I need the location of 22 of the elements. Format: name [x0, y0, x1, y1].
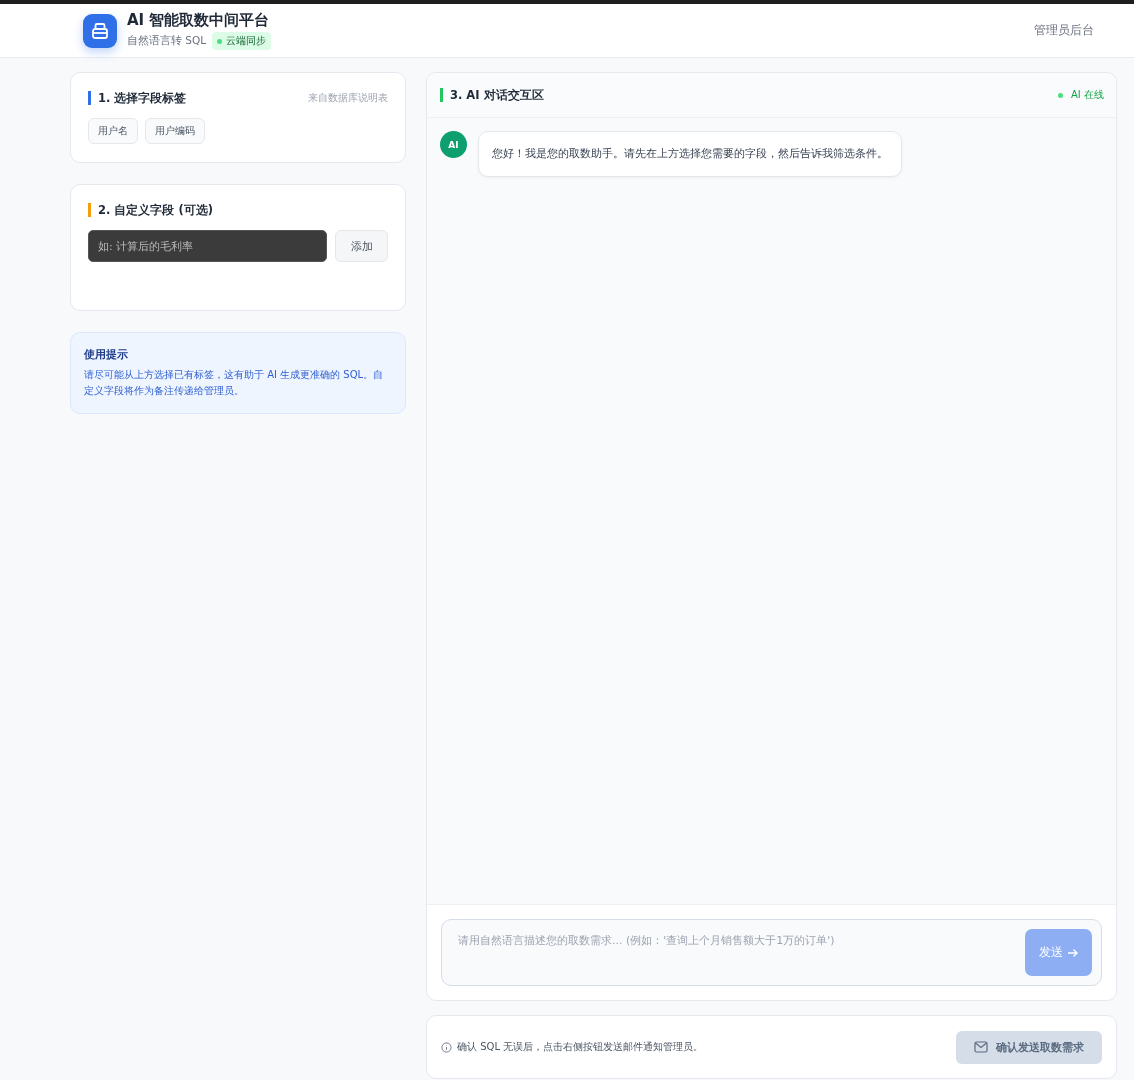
section-title: 2. 自定义字段 (可选) — [88, 203, 388, 217]
info-icon — [441, 1041, 452, 1053]
sync-badge: 云端同步 — [212, 32, 272, 50]
tips-title: 使用提示 — [84, 347, 129, 362]
field-tag[interactable]: 用户名 — [88, 118, 138, 144]
app-title: AI 智能取数中间平台 — [127, 11, 271, 30]
ai-avatar: AI — [440, 131, 467, 158]
tips-text: 请尽可能从上方选择已有标签，这有助于 AI 生成更准确的 SQL。自定义字段将作为备注传递给管理员。 — [84, 368, 385, 398]
add-button[interactable]: 添加 — [335, 230, 388, 262]
arrow-right-icon — [1066, 946, 1079, 959]
source-note: 来自数据库说明表 — [308, 91, 388, 105]
section-title: 1. 选择字段标签 — [88, 91, 187, 105]
mail-icon — [974, 1041, 988, 1053]
online-status: AI 在线 — [1058, 88, 1104, 102]
section-title: 3. AI 对话交互区 — [440, 88, 544, 102]
logo-icon — [83, 13, 117, 48]
footer-hint: 确认 SQL 无误后，点击右侧按钮发送邮件通知管理员。 — [457, 1040, 704, 1054]
admin-link[interactable]: 管理员后台 — [1034, 22, 1094, 39]
custom-field-input[interactable]: 如: 计算后的毛利率 — [88, 230, 327, 262]
app-subtitle: 自然语言转 SQL — [127, 34, 207, 48]
field-tag[interactable]: 用户编码 — [145, 118, 205, 144]
message-bubble: 您好！我是您的取数助手。请先在上方选择您需要的字段，然后告诉我筛选条件。 — [478, 131, 902, 177]
